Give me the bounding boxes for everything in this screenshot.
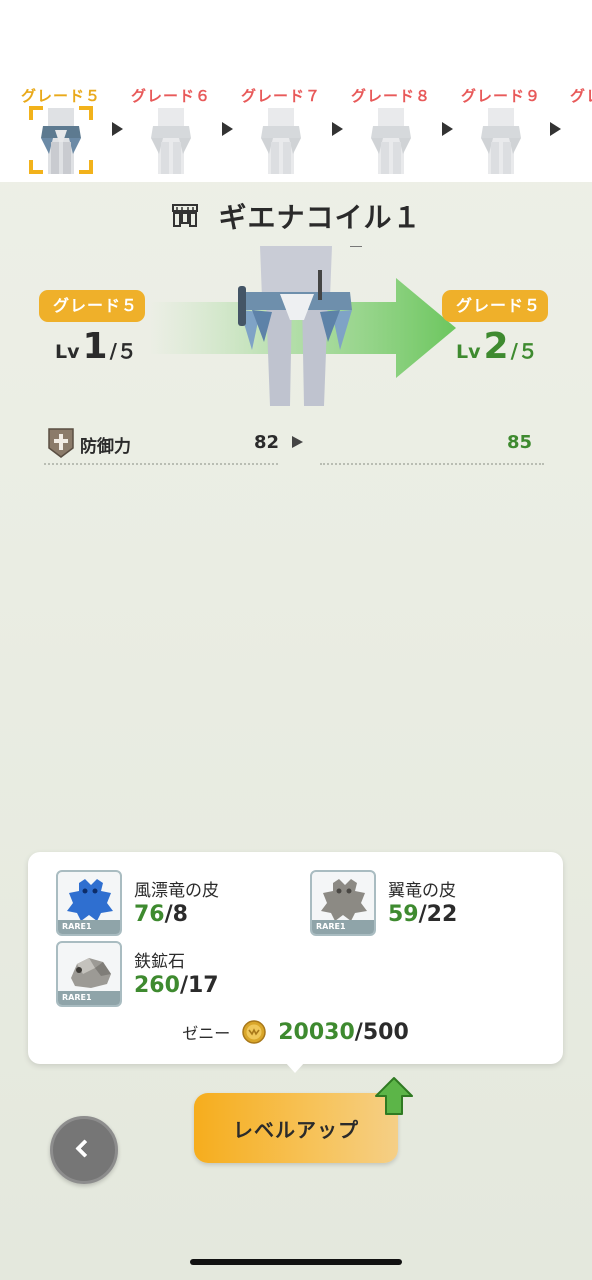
material-need: /22 bbox=[418, 902, 458, 927]
grade-thumbnail bbox=[29, 106, 93, 174]
grade-item-9[interactable]: グレード９ bbox=[461, 86, 541, 182]
lv-value: 1 bbox=[82, 326, 108, 367]
material-name: 翼竜の皮 bbox=[388, 881, 456, 901]
divider bbox=[44, 463, 278, 465]
strip-arrow-icon bbox=[442, 122, 453, 136]
grade-thumbnail bbox=[361, 108, 421, 174]
lv-max: /５ bbox=[109, 339, 137, 363]
top-bar: グレード５ グレード６ グレード７ グレード８ グレード９ グ bbox=[0, 0, 592, 182]
waist-armor-thumbnail-icon bbox=[41, 108, 81, 174]
back-chevron-icon bbox=[75, 1139, 94, 1158]
current-grade-badge: グレード５ bbox=[39, 290, 145, 322]
lv-value: 2 bbox=[483, 326, 509, 367]
lv-prefix: Lv bbox=[456, 341, 481, 363]
waist-armor-thumbnail-icon bbox=[371, 108, 411, 174]
level-up-button[interactable]: レベルアップ bbox=[194, 1093, 398, 1163]
grade-strip: グレード５ グレード６ グレード７ グレード８ グレード９ グ bbox=[0, 86, 592, 182]
back-button[interactable] bbox=[50, 1116, 118, 1184]
next-grade-badge: グレード５ bbox=[442, 290, 548, 322]
grade-label: グレード９ bbox=[461, 87, 542, 105]
blue-hide-icon bbox=[67, 879, 113, 921]
grade-item-10-partial[interactable]: グレ bbox=[570, 86, 592, 182]
panel-pointer bbox=[285, 1062, 305, 1073]
material-item[interactable]: RARE1 風漂竜の皮 76/8 bbox=[56, 870, 286, 936]
material-thumbnail: RARE1 bbox=[310, 870, 376, 936]
material-need: /17 bbox=[179, 973, 219, 998]
material-need: /8 bbox=[164, 902, 188, 927]
grade-thumbnail bbox=[141, 108, 201, 174]
material-item[interactable]: RARE1 鉄鉱石 260/17 bbox=[56, 941, 286, 1007]
material-count: 76/8 bbox=[134, 902, 188, 927]
waist-armor-thumbnail-icon bbox=[151, 108, 191, 174]
materials-panel: RARE1 風漂竜の皮 76/8 RARE1 翼竜の皮 59/22 RARE1 bbox=[28, 852, 563, 1064]
strip-arrow-icon bbox=[112, 122, 123, 136]
stat-old-value: 82 bbox=[254, 432, 280, 453]
waist-armor-thumbnail-icon bbox=[481, 108, 521, 174]
zenny-need: /500 bbox=[354, 1019, 409, 1045]
grade-thumbnail bbox=[251, 108, 311, 174]
grade-item-6[interactable]: グレード６ bbox=[131, 86, 211, 182]
rarity-label: RARE1 bbox=[312, 920, 374, 934]
material-have: 76 bbox=[134, 902, 165, 927]
grade-label: グレード５ bbox=[21, 87, 102, 105]
rarity-label: RARE1 bbox=[58, 991, 120, 1005]
grade-label: グレード６ bbox=[131, 87, 212, 105]
ore-icon bbox=[71, 958, 111, 988]
stat-name: 防御力 bbox=[80, 437, 131, 457]
next-level: Lv 2 /５ bbox=[456, 326, 538, 370]
defense-shield-icon bbox=[48, 428, 74, 458]
zenny-coin-icon bbox=[242, 1020, 266, 1044]
equipment-title-row: ギエナコイル１ bbox=[0, 196, 592, 236]
defense-stat-row: 防御力 82 85 bbox=[44, 428, 544, 468]
material-thumbnail: RARE1 bbox=[56, 941, 122, 1007]
waist-armor-thumbnail-icon bbox=[261, 108, 301, 174]
grade-label: グレード８ bbox=[351, 87, 432, 105]
zenny-label: ゼニー bbox=[182, 1024, 231, 1043]
strip-arrow-icon bbox=[550, 122, 561, 136]
lv-prefix: Lv bbox=[55, 341, 80, 363]
material-name: 鉄鉱石 bbox=[134, 952, 185, 972]
grade-thumbnail bbox=[471, 108, 531, 174]
divider bbox=[320, 463, 544, 465]
material-have: 59 bbox=[388, 902, 419, 927]
grade-item-8[interactable]: グレード８ bbox=[351, 86, 431, 182]
material-name: 風漂竜の皮 bbox=[134, 881, 219, 901]
gray-hide-icon bbox=[321, 879, 367, 921]
material-item[interactable]: RARE1 翼竜の皮 59/22 bbox=[310, 870, 540, 936]
rarity-label: RARE1 bbox=[58, 920, 120, 934]
grade-label: グレード７ bbox=[241, 87, 322, 105]
lv-max: /５ bbox=[510, 339, 538, 363]
grade-label: グレ bbox=[570, 87, 592, 105]
material-thumbnail: RARE1 bbox=[56, 870, 122, 936]
grade-item-5[interactable]: グレード５ bbox=[21, 86, 101, 182]
equipment-preview bbox=[238, 246, 362, 406]
zenny-row: ゼニー 20030 /500 bbox=[28, 1016, 563, 1048]
material-count: 59/22 bbox=[388, 902, 457, 927]
stat-arrow-icon bbox=[292, 436, 303, 448]
stat-new-value: 85 bbox=[506, 432, 532, 453]
material-have: 260 bbox=[134, 973, 180, 998]
material-count: 260/17 bbox=[134, 973, 219, 998]
home-indicator[interactable] bbox=[190, 1259, 402, 1265]
zenny-have: 20030 bbox=[278, 1019, 355, 1045]
strip-arrow-icon bbox=[332, 122, 343, 136]
equipment-name: ギエナコイル１ bbox=[218, 201, 422, 234]
level-up-arrow-icon bbox=[375, 1077, 413, 1115]
waist-armor-icon bbox=[172, 204, 199, 227]
strip-arrow-icon bbox=[222, 122, 233, 136]
current-level: Lv 1 /５ bbox=[55, 326, 137, 370]
grade-item-7[interactable]: グレード７ bbox=[241, 86, 321, 182]
